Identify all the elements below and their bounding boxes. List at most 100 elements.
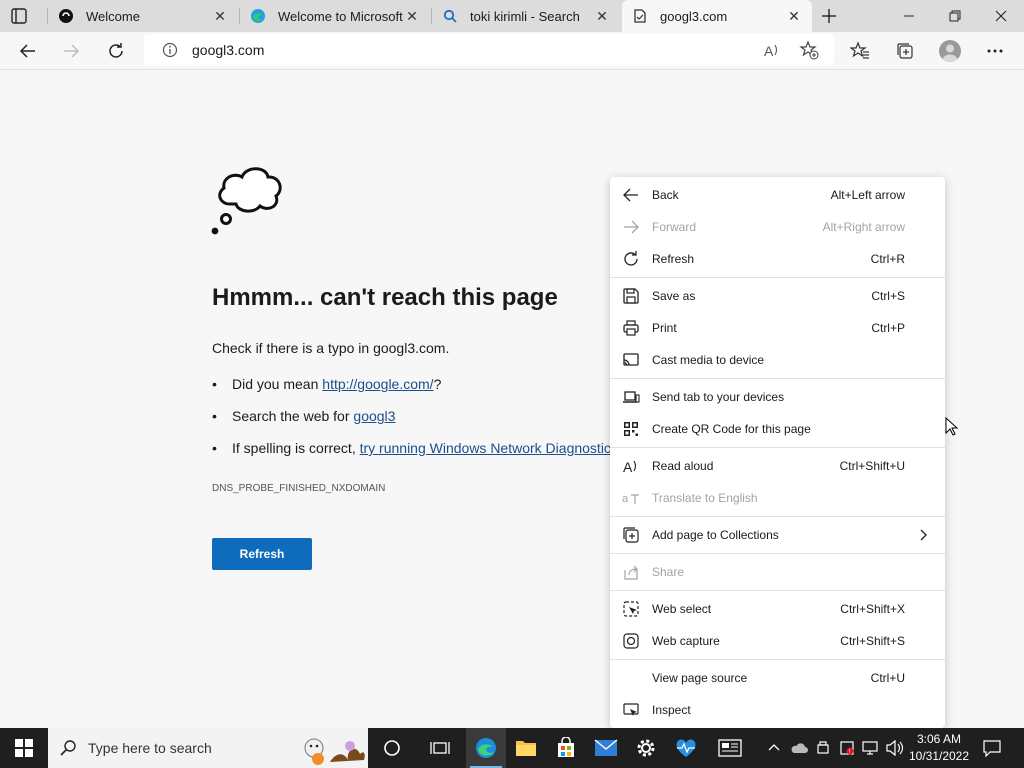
mouse-cursor-icon bbox=[945, 417, 959, 436]
cortana-icon[interactable] bbox=[372, 728, 412, 768]
task-view-icon[interactable] bbox=[420, 728, 460, 768]
close-tab-icon[interactable]: ✕ bbox=[786, 8, 802, 24]
menu-item-add-to-collections[interactable]: Add page to Collections bbox=[610, 519, 945, 551]
tab-title: Welcome bbox=[86, 8, 140, 24]
profile-avatar[interactable] bbox=[939, 40, 961, 62]
menu-item-label: Send tab to your devices bbox=[652, 390, 785, 404]
menu-item-inspect[interactable]: Inspect bbox=[610, 694, 945, 726]
settings-gear-icon[interactable] bbox=[626, 728, 666, 768]
menu-item-qr-code[interactable]: Create QR Code for this page bbox=[610, 413, 945, 445]
taskbar-search-box[interactable]: Type here to search bbox=[48, 728, 368, 768]
info-icon[interactable] bbox=[162, 42, 178, 58]
favorites-icon[interactable] bbox=[847, 38, 873, 64]
new-tab-icon[interactable] bbox=[818, 5, 840, 27]
menu-item-shortcut: Ctrl+P bbox=[871, 321, 905, 335]
menu-item-back[interactable]: Back Alt+Left arrow bbox=[610, 179, 945, 211]
typo-hint: Check if there is a typo in googl3.com. bbox=[212, 340, 450, 356]
share-icon bbox=[622, 563, 640, 581]
menu-item-print[interactable]: Print Ctrl+P bbox=[610, 312, 945, 344]
refresh-button[interactable]: Refresh bbox=[212, 538, 312, 570]
security-alert-icon[interactable]: ! bbox=[836, 728, 858, 768]
menu-item-view-source[interactable]: View page source Ctrl+U bbox=[610, 662, 945, 694]
minimize-icon[interactable] bbox=[886, 0, 932, 32]
network-icon[interactable] bbox=[860, 728, 882, 768]
windows-start-icon[interactable] bbox=[0, 728, 48, 768]
notifications-icon[interactable] bbox=[976, 728, 1008, 768]
chevron-up-icon[interactable] bbox=[764, 728, 784, 768]
collections-icon[interactable] bbox=[892, 38, 918, 64]
edge-logo-icon bbox=[250, 8, 266, 24]
restore-icon[interactable] bbox=[932, 0, 978, 32]
clock-date: 10/31/2022 bbox=[908, 749, 970, 763]
network-diagnostics-link[interactable]: try running Windows Network Diagnostic bbox=[360, 440, 611, 456]
qr-code-icon bbox=[622, 420, 640, 438]
web-capture-icon bbox=[622, 632, 640, 650]
menu-item-save-as[interactable]: Save as Ctrl+S bbox=[610, 280, 945, 312]
bullet: • bbox=[212, 376, 217, 392]
menu-item-web-select[interactable]: Web select Ctrl+Shift+X bbox=[610, 593, 945, 625]
halloween-search-highlight-icon[interactable] bbox=[292, 728, 368, 768]
back-arrow-icon bbox=[622, 186, 640, 204]
tab-strip: Welcome ✕ Welcome to Microsoft E ✕ toki … bbox=[0, 0, 1024, 32]
tab-welcome-microsoft[interactable]: Welcome to Microsoft E ✕ bbox=[240, 0, 430, 32]
search-placeholder: Type here to search bbox=[88, 740, 212, 756]
mail-icon[interactable] bbox=[586, 728, 626, 768]
tab-search[interactable]: toki kirimli - Search ✕ bbox=[432, 0, 620, 32]
tab-googl3[interactable]: googl3.com ✕ bbox=[622, 0, 812, 32]
cast-icon bbox=[622, 351, 640, 369]
news-widget-icon[interactable] bbox=[710, 728, 750, 768]
edge-taskbar-icon[interactable] bbox=[466, 728, 506, 768]
close-window-icon[interactable] bbox=[978, 0, 1024, 32]
print-icon bbox=[622, 319, 640, 337]
error-code: DNS_PROBE_FINISHED_NXDOMAIN bbox=[212, 483, 386, 494]
url-text[interactable]: googl3.com bbox=[192, 42, 264, 58]
file-explorer-icon[interactable] bbox=[506, 728, 546, 768]
close-tab-icon[interactable]: ✕ bbox=[212, 8, 228, 24]
menu-item-cast[interactable]: Cast media to device bbox=[610, 344, 945, 376]
menu-item-send-tab[interactable]: Send tab to your devices bbox=[610, 381, 945, 413]
forward-arrow-icon bbox=[622, 218, 640, 236]
menu-item-label: Refresh bbox=[652, 252, 695, 266]
menu-item-web-capture[interactable]: Web capture Ctrl+Shift+S bbox=[610, 625, 945, 657]
onedrive-cloud-icon[interactable] bbox=[788, 728, 810, 768]
menu-item-label: Translate to English bbox=[652, 491, 758, 505]
forward-arrow-icon[interactable] bbox=[56, 36, 86, 66]
usb-device-icon[interactable] bbox=[812, 728, 834, 768]
suggestion-text: Search the web for bbox=[232, 408, 354, 424]
close-tab-icon[interactable]: ✕ bbox=[404, 8, 420, 24]
menu-item-read-aloud[interactable]: A Read aloud Ctrl+Shift+U bbox=[610, 450, 945, 482]
taskbar-clock[interactable]: 3:06 AM 10/31/2022 bbox=[906, 731, 972, 765]
read-aloud-icon[interactable]: A bbox=[762, 40, 782, 60]
add-favorite-icon[interactable] bbox=[799, 40, 819, 60]
microsoft-store-icon[interactable] bbox=[546, 728, 586, 768]
search-favicon-icon bbox=[442, 8, 458, 24]
thought-cloud-icon bbox=[211, 167, 282, 235]
health-monitor-icon[interactable] bbox=[666, 728, 706, 768]
volume-icon[interactable] bbox=[884, 728, 906, 768]
menu-item-label: Add page to Collections bbox=[652, 528, 779, 542]
more-options-icon[interactable] bbox=[982, 38, 1008, 64]
save-icon bbox=[622, 287, 640, 305]
tab-title: toki kirimli - Search bbox=[470, 8, 580, 24]
refresh-icon bbox=[622, 250, 640, 268]
edge-dark-favicon-icon bbox=[58, 8, 74, 24]
close-tab-icon[interactable]: ✕ bbox=[594, 8, 610, 24]
context-menu: Back Alt+Left arrow Forward Alt+Right ar… bbox=[610, 177, 945, 728]
tab-welcome[interactable]: Welcome ✕ bbox=[48, 0, 238, 32]
menu-item-forward[interactable]: Forward Alt+Right arrow bbox=[610, 211, 945, 243]
tab-title: googl3.com bbox=[660, 8, 728, 24]
refresh-icon[interactable] bbox=[101, 36, 131, 66]
menu-item-label: Print bbox=[652, 321, 677, 335]
menu-item-refresh[interactable]: Refresh Ctrl+R bbox=[610, 243, 945, 275]
google-link[interactable]: http://google.com/ bbox=[322, 376, 433, 392]
address-bar[interactable]: googl3.com A bbox=[144, 34, 834, 66]
translate-icon: a bbox=[622, 489, 640, 507]
menu-item-share[interactable]: Share bbox=[610, 556, 945, 588]
menu-item-shortcut: Ctrl+S bbox=[871, 289, 905, 303]
workspaces-icon[interactable] bbox=[10, 7, 28, 25]
search-web-link[interactable]: googl3 bbox=[353, 408, 395, 424]
menu-item-translate[interactable]: a Translate to English bbox=[610, 482, 945, 514]
menu-item-label: Back bbox=[652, 188, 679, 202]
broken-page-icon bbox=[632, 8, 648, 24]
back-arrow-icon[interactable] bbox=[13, 36, 43, 66]
